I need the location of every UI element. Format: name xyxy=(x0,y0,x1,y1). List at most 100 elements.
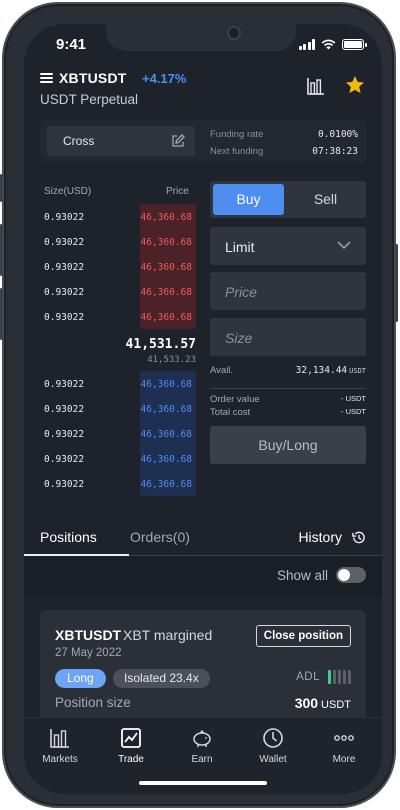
edit-icon[interactable] xyxy=(171,134,185,148)
nav-label: Wallet xyxy=(259,754,287,765)
total-cost-label: Total cost xyxy=(210,407,251,418)
adl-bar xyxy=(343,670,346,684)
tab-orders[interactable]: Orders(0) xyxy=(130,529,190,545)
bid-size: 0.93022 xyxy=(44,454,85,465)
price-input[interactable]: Price xyxy=(210,272,366,310)
volume-up-button xyxy=(0,224,3,276)
buy-long-button[interactable]: Buy/Long xyxy=(210,426,366,464)
wifi-icon xyxy=(321,39,336,50)
ask-row[interactable]: 0.93022 46,360.68 xyxy=(40,304,196,329)
star-icon[interactable] xyxy=(344,74,366,96)
nav-wallet[interactable]: Wallet xyxy=(238,727,308,765)
bid-price: 46,360.68 xyxy=(140,421,196,446)
position-margin-type: XBT margined xyxy=(123,627,213,643)
adl-bar xyxy=(338,670,341,684)
ask-row[interactable]: 0.93022 46,360.68 xyxy=(40,204,196,229)
orderbook-size-header: Size(USD) xyxy=(44,186,92,197)
markets-icon xyxy=(50,729,69,748)
volume-down-button xyxy=(0,288,3,340)
bid-size: 0.93022 xyxy=(44,404,85,415)
mark-price: 41,533.23 xyxy=(147,355,196,365)
price-placeholder: Price xyxy=(225,284,257,300)
nav-label: Markets xyxy=(42,754,78,765)
sell-tab[interactable]: Sell xyxy=(288,184,363,215)
funding-rate-value: 0.0100% xyxy=(317,129,358,140)
ask-size: 0.93022 xyxy=(44,312,85,323)
history-icon[interactable] xyxy=(351,530,366,545)
next-funding-label: Next funding xyxy=(210,146,264,157)
orderbook-price-header: Price xyxy=(166,186,189,197)
history-link[interactable]: History xyxy=(298,529,342,545)
chevron-down-icon xyxy=(337,241,351,250)
battery-icon xyxy=(342,39,367,50)
bid-row[interactable]: 0.93022 46,360.68 xyxy=(40,371,196,396)
total-cost: - USDT xyxy=(341,407,366,416)
menu-icon[interactable] xyxy=(40,73,53,83)
more-dots-icon xyxy=(334,735,354,741)
margin-mode-selector[interactable]: Cross xyxy=(47,126,195,156)
ask-row[interactable]: 0.93022 46,360.68 xyxy=(40,254,196,279)
piggy-bank-icon xyxy=(193,729,211,747)
buy-sell-toggle: Buy Sell xyxy=(210,181,366,218)
size-placeholder: Size xyxy=(225,330,253,346)
nav-more[interactable]: More xyxy=(309,727,379,765)
order-type-value: Limit xyxy=(225,239,255,255)
status-time: 9:41 xyxy=(56,36,87,53)
buy-tab[interactable]: Buy xyxy=(213,184,284,215)
instrument-symbol[interactable]: XBTUSDT xyxy=(59,70,127,86)
avail-amount: 32,134.44 xyxy=(295,365,348,376)
ask-size: 0.93022 xyxy=(44,237,85,248)
app-screen: 9:41 XBTUSDT +4.17% USDT Perpetual Cross… xyxy=(24,24,382,794)
bid-row[interactable]: 0.93022 46,360.68 xyxy=(40,446,196,471)
nav-trade[interactable]: Trade xyxy=(96,727,166,765)
ask-price: 46,360.68 xyxy=(140,254,196,279)
adl-indicator xyxy=(328,670,351,684)
ask-price: 46,360.68 xyxy=(140,279,196,304)
nav-label: More xyxy=(332,754,356,765)
order-type-select[interactable]: Limit xyxy=(210,227,366,265)
adl-bar xyxy=(333,670,336,684)
show-all-bar: Show all xyxy=(24,556,382,596)
bid-size: 0.93022 xyxy=(44,379,85,390)
avail-value: 32,134.44 USDT xyxy=(296,365,366,376)
nav-earn[interactable]: Earn xyxy=(167,727,237,765)
ask-row[interactable]: 0.93022 46,360.68 xyxy=(40,279,196,304)
position-size-unit: USDT xyxy=(321,699,351,711)
last-price: 41,531.57 xyxy=(125,337,196,352)
divider xyxy=(210,388,366,389)
adl-bar xyxy=(328,670,331,684)
position-size-amount: 300 xyxy=(294,695,319,711)
leverage-badge[interactable]: Isolated 23.4x xyxy=(113,669,210,688)
position-size-value: 300 USDT xyxy=(295,695,351,711)
ask-row[interactable]: 0.93022 46,360.68 xyxy=(40,229,196,254)
adl-label: ADL xyxy=(296,671,320,683)
close-position-button[interactable]: Close position xyxy=(255,625,351,647)
funding-info-card: Cross Funding rate 0.0100% Next funding … xyxy=(40,120,366,162)
position-date: 27 May 2022 xyxy=(55,647,122,659)
ask-size: 0.93022 xyxy=(44,287,85,298)
position-symbol: XBTUSDT xyxy=(55,627,122,643)
power-button xyxy=(395,244,398,322)
funding-rate-label: Funding rate xyxy=(210,129,264,140)
nav-markets[interactable]: Markets xyxy=(25,727,95,765)
tab-positions[interactable]: Positions xyxy=(40,529,97,545)
bid-price: 46,360.68 xyxy=(140,371,196,396)
camera xyxy=(227,26,241,40)
nav-label: Earn xyxy=(191,754,213,765)
bid-price: 46,360.68 xyxy=(140,471,196,496)
bid-row[interactable]: 0.93022 46,360.68 xyxy=(40,471,196,496)
show-all-toggle[interactable] xyxy=(336,567,366,583)
size-input[interactable]: Size xyxy=(210,318,366,356)
side-badge: Long xyxy=(55,669,106,688)
order-value-label: Order value xyxy=(210,394,260,405)
ask-price: 46,360.68 xyxy=(140,204,196,229)
bar-chart-icon[interactable] xyxy=(306,76,326,96)
bid-row[interactable]: 0.93022 46,360.68 xyxy=(40,396,196,421)
ask-size: 0.93022 xyxy=(44,212,85,223)
instrument-header: XBTUSDT +4.17% USDT Perpetual xyxy=(40,68,366,112)
instrument-subtitle: USDT Perpetual xyxy=(40,92,139,107)
mute-switch xyxy=(0,174,3,202)
bid-row[interactable]: 0.93022 46,360.68 xyxy=(40,421,196,446)
bid-price: 46,360.68 xyxy=(140,396,196,421)
notch xyxy=(106,24,296,51)
